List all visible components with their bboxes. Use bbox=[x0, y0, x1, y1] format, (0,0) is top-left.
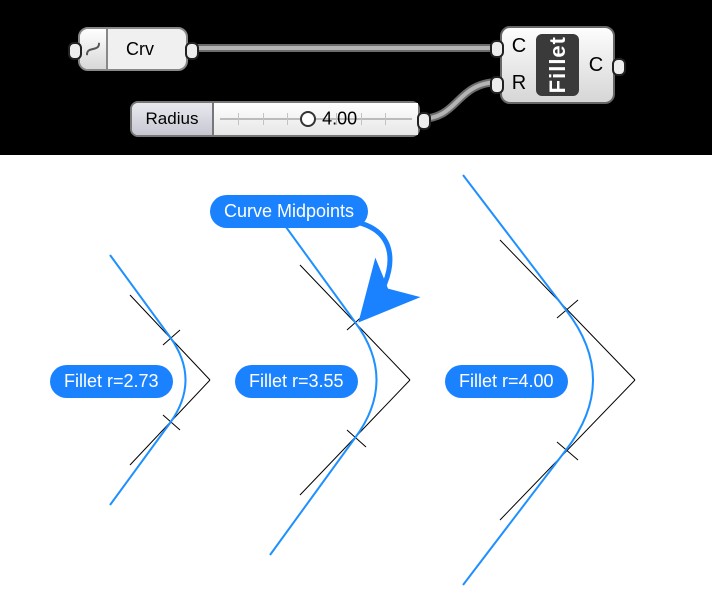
fillet-output-c-label: C bbox=[589, 54, 603, 77]
fillet-inputs: C R bbox=[506, 28, 532, 102]
curve-param-label: Crv bbox=[108, 39, 172, 60]
fillet-outputs: C bbox=[583, 28, 609, 102]
fillet-label-3: Fillet r=4.00 bbox=[445, 365, 568, 398]
radius-slider-value: 4.00 bbox=[322, 109, 357, 130]
node-editor-band: Crv Radius 4.00 C R Fillet bbox=[0, 0, 712, 155]
radius-slider-knob[interactable] bbox=[300, 111, 316, 127]
radius-slider-name: Radius bbox=[132, 103, 214, 135]
curve-param-node[interactable]: Crv bbox=[78, 27, 188, 71]
curve-param-port-out[interactable] bbox=[185, 42, 199, 60]
radius-slider-port-out[interactable] bbox=[417, 112, 431, 130]
fillet-input-c-label: C bbox=[512, 35, 526, 58]
fillet-port-in-c[interactable] bbox=[490, 40, 504, 58]
fillet-component[interactable]: C R Fillet C bbox=[500, 26, 615, 104]
radius-slider-track[interactable]: 4.00 bbox=[214, 103, 418, 135]
fillet-title-block: Fillet bbox=[536, 34, 579, 96]
geometry-diagram: Curve Midpoints Fillet r=2.73 Fillet r=3… bbox=[0, 160, 712, 615]
midpoints-arrow bbox=[335, 220, 390, 315]
fillet-title: Fillet bbox=[545, 36, 571, 93]
curve-param-port-in[interactable] bbox=[68, 42, 82, 60]
fillet-label-1: Fillet r=2.73 bbox=[50, 365, 173, 398]
fillet-port-out-c[interactable] bbox=[612, 58, 626, 76]
fillet-port-in-r[interactable] bbox=[490, 76, 504, 94]
radius-slider[interactable]: Radius 4.00 bbox=[130, 101, 420, 137]
fillet-input-r-label: R bbox=[512, 72, 526, 95]
curve-param-icon bbox=[80, 29, 108, 69]
fillet-label-2: Fillet r=3.55 bbox=[235, 365, 358, 398]
curve-midpoints-label: Curve Midpoints bbox=[210, 195, 368, 228]
